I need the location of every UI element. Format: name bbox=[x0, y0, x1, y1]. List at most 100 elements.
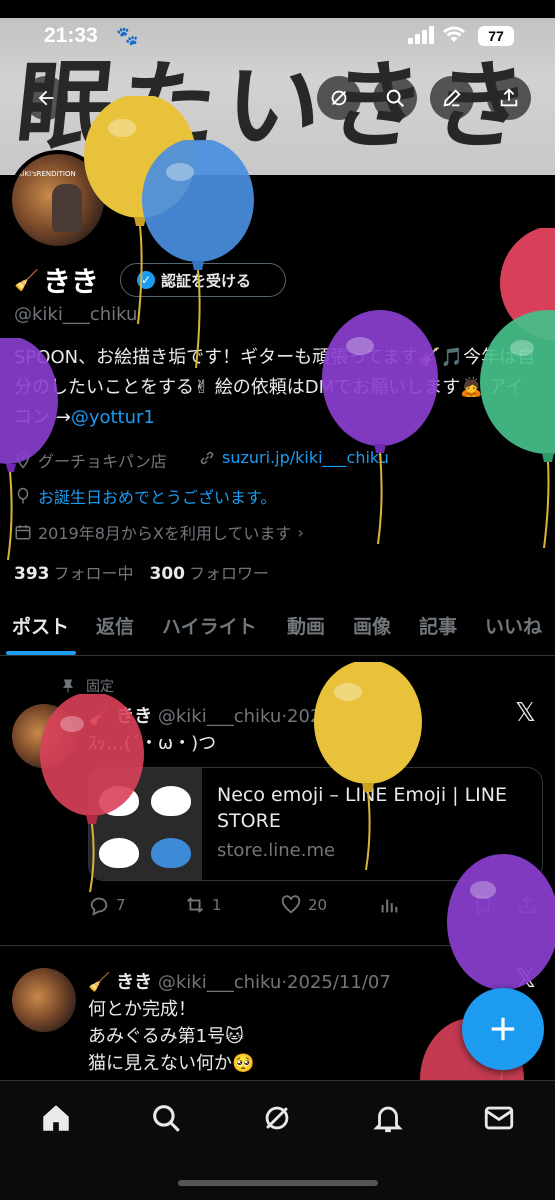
post-text: 何とか完成！ あみぐるみ第1号🐱 猫に見えない何か🥺 bbox=[88, 996, 254, 1077]
like-button[interactable]: 20 bbox=[280, 894, 327, 916]
website-row[interactable]: suzuri.jp/kiki___chiku bbox=[198, 448, 389, 467]
search-button[interactable] bbox=[373, 76, 417, 120]
post-avatar[interactable] bbox=[12, 704, 76, 768]
tab-videos[interactable]: 動画 bbox=[287, 612, 325, 639]
repost-count: 1 bbox=[212, 896, 222, 914]
broom-icon: 🧹 bbox=[14, 268, 39, 292]
profile-bio: SPOON、お絵描き垢です！ギターも頑張ってます🎸🎵今年は自分のしたいことをする… bbox=[14, 343, 539, 433]
calendar-icon bbox=[15, 525, 31, 540]
edit-button[interactable] bbox=[430, 76, 474, 120]
link-icon bbox=[200, 451, 214, 464]
following-link[interactable]: 393 フォロー中 bbox=[14, 564, 134, 584]
back-icon bbox=[38, 90, 54, 106]
compose-icon bbox=[443, 89, 461, 107]
followers-link[interactable]: 300 フォロワー bbox=[149, 564, 270, 584]
views-button[interactable] bbox=[378, 894, 406, 916]
tab-replies[interactable]: 返信 bbox=[96, 612, 134, 639]
verified-check-icon: ✓ bbox=[137, 271, 155, 289]
profile-name: きき bbox=[42, 265, 99, 298]
banner-top-strip bbox=[0, 0, 555, 18]
chevron-right-icon: › bbox=[297, 522, 304, 542]
repost-icon bbox=[187, 897, 203, 913]
post-author-name[interactable]: きき bbox=[116, 706, 152, 727]
post-divider bbox=[0, 945, 555, 946]
broom-icon: 🧹 bbox=[88, 706, 117, 727]
plus-icon bbox=[491, 1017, 515, 1041]
birthday-text: お誕生日おめでとうございます。 bbox=[38, 488, 277, 507]
reply-icon bbox=[90, 897, 108, 916]
joined-text: 2019年8月からXを利用しています bbox=[38, 524, 292, 543]
following-label: フォロー中 bbox=[53, 564, 134, 583]
notifications-icon[interactable] bbox=[371, 1101, 405, 1135]
tab-media[interactable]: 画像 bbox=[353, 612, 391, 639]
reply-count: 7 bbox=[116, 896, 126, 914]
post-line: 何とか完成！ bbox=[88, 999, 196, 1020]
following-count: 393 bbox=[14, 564, 50, 584]
broom-icon: 🧹 bbox=[88, 972, 117, 993]
post-header: 🧹 きき @kiki___chiku·2025/11/07 bbox=[88, 972, 391, 993]
profile-name-row: 🧹 きき bbox=[14, 260, 99, 300]
search-icon[interactable] bbox=[149, 1101, 183, 1135]
post-date[interactable]: 2025/11/07 bbox=[287, 972, 391, 993]
post-avatar[interactable] bbox=[12, 968, 76, 1032]
post-line: 猫に見えない何か🥺 bbox=[88, 1053, 255, 1074]
share-button[interactable] bbox=[487, 76, 531, 120]
location-icon bbox=[16, 451, 30, 469]
location-row: グーチョキパン店 bbox=[14, 448, 167, 472]
heart-icon bbox=[281, 895, 301, 914]
pin-icon bbox=[63, 679, 73, 693]
balloon-icon bbox=[17, 487, 29, 504]
grok-icon[interactable] bbox=[260, 1101, 294, 1135]
active-tab-indicator bbox=[6, 651, 76, 655]
grok-x-icon[interactable]: 𝕏 bbox=[515, 698, 536, 728]
link-card[interactable]: Neco emoji – LINE Emoji | LINE STORE sto… bbox=[88, 767, 543, 881]
post-share-button[interactable] bbox=[516, 894, 544, 916]
tab-highlights[interactable]: ハイライト bbox=[162, 612, 257, 639]
bio-mention-link[interactable]: @yottur1 bbox=[71, 407, 155, 428]
home-icon[interactable] bbox=[39, 1101, 73, 1135]
share-icon bbox=[518, 895, 536, 914]
share-icon bbox=[500, 88, 518, 107]
tab-posts[interactable]: ポスト bbox=[12, 612, 69, 639]
avatar-art: KiKi'sRENDITION bbox=[18, 170, 76, 178]
status-time: 21:33 bbox=[44, 24, 98, 47]
followers-count: 300 bbox=[149, 564, 186, 584]
post-header: 🧹 きき @kiki___chiku·2021/09/06 bbox=[88, 706, 391, 727]
compose-post-button[interactable] bbox=[462, 988, 544, 1070]
back-button[interactable] bbox=[24, 76, 68, 120]
bookmark-icon bbox=[476, 895, 490, 916]
location-text: グーチョキパン店 bbox=[38, 452, 167, 471]
red-balloon bbox=[500, 228, 555, 341]
verify-button[interactable]: ✓ 認証を受ける bbox=[120, 263, 286, 297]
birthday-row: お誕生日おめでとうございます。 bbox=[14, 484, 276, 508]
pinned-text: 固定 bbox=[86, 679, 114, 695]
card-domain: store.line.me bbox=[217, 840, 336, 861]
grok-x-icon[interactable]: 𝕏 bbox=[515, 964, 536, 994]
search-icon bbox=[386, 89, 404, 107]
grok-button[interactable] bbox=[317, 76, 361, 120]
post-text: ｽｯ…(´・ω・)つ bbox=[88, 733, 217, 754]
tab-likes[interactable]: いいね bbox=[485, 612, 542, 639]
profile-avatar[interactable]: KiKi'sRENDITION bbox=[8, 150, 108, 250]
paw-icon: 🐾 bbox=[116, 26, 139, 47]
post-actions: 7 1 20 bbox=[88, 894, 543, 922]
post-line: あみぐるみ第1号🐱 bbox=[88, 1026, 244, 1047]
post-author-handle: @kiki___chiku bbox=[157, 706, 282, 727]
grok-icon bbox=[331, 90, 347, 106]
pinned-label: 固定 bbox=[60, 676, 114, 696]
card-title: Neco emoji – LINE Emoji | LINE STORE bbox=[217, 784, 508, 832]
views-icon bbox=[381, 899, 398, 913]
post-date[interactable]: 2021/09/06 bbox=[287, 706, 391, 727]
like-count: 20 bbox=[308, 896, 328, 914]
status-bar: 21:33 🐾 77 bbox=[0, 18, 555, 58]
messages-icon[interactable] bbox=[482, 1101, 516, 1135]
joined-row[interactable]: 2019年8月からXを利用しています › bbox=[14, 520, 304, 544]
bookmark-button[interactable] bbox=[472, 894, 500, 916]
website-link[interactable]: suzuri.jp/kiki___chiku bbox=[222, 448, 389, 467]
tab-articles[interactable]: 記事 bbox=[419, 612, 457, 639]
reply-button[interactable]: 7 bbox=[88, 894, 126, 916]
post-author-name[interactable]: きき bbox=[116, 972, 152, 993]
avatar-figure bbox=[52, 184, 82, 232]
followers-label: フォロワー bbox=[189, 564, 270, 583]
repost-button[interactable]: 1 bbox=[184, 894, 222, 916]
